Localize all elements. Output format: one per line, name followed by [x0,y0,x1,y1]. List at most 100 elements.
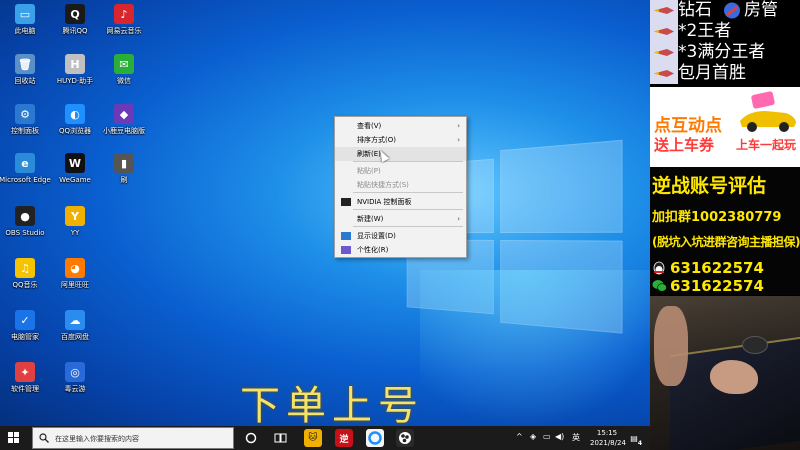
qq-penguin-icon [653,261,665,275]
rocket-icon [654,28,674,35]
network-icon[interactable]: ▭ [543,432,551,441]
banner-row: 包月首胜 [650,63,800,84]
context-menu-item-label: 排序方式(O) [357,136,396,144]
context-menu-separator [353,209,463,210]
desktop-icon[interactable]: ✉ 微信 [93,54,155,86]
qq-browser-icon [368,431,382,445]
context-menu-item[interactable]: 查看(V) › [335,119,466,133]
context-menu-item-label: 查看(V) [357,122,382,130]
taskbar-app-yy[interactable]: 🐱 [304,429,322,447]
submenu-arrow-icon: › [457,136,460,144]
desktop-icon[interactable]: ◆ 小鹿豆电脑版 [93,104,155,136]
task-view-icon [274,433,286,443]
desktop-app-icon: ◆ [114,104,134,124]
desktop-icon-label: 毒云游 [64,385,86,393]
submenu-arrow-icon: › [457,215,460,223]
system-clock[interactable]: 15:15 2021/8/24 [590,428,626,448]
desktop-app-icon: Q [65,4,85,24]
rocket-icon [654,7,674,14]
wallpaper-light-beam [420,270,650,426]
banner-wechat-number: 631622574 [670,277,764,295]
context-menu-item-label: 粘贴(P) [357,167,381,175]
desktop-icon[interactable]: ☁ 百度网盘 [44,310,106,342]
submenu-arrow-icon: › [457,122,460,130]
context-menu-item[interactable]: 粘贴快捷方式(S) [335,178,466,192]
notification-count: 4 [637,440,642,447]
desktop-icon[interactable]: ◎ 毒云游 [44,362,106,394]
desktop-app-icon: ▮ [114,153,134,173]
taskbar-search-input[interactable]: 在这里输入你要搜索的内容 [32,427,234,449]
yy-app-icon: 🐱 [308,433,318,443]
clock-date: 2021/8/24 [590,439,626,447]
banner-account-info: 逆战账号评估 加扣群1002380779 (脱坑入坑进群咨询主播担保) 6316… [650,167,800,295]
search-icon [39,433,49,443]
context-menu-item-label: 个性化(R) [357,246,389,254]
stream-overlay-text: 下单上号 [240,383,424,426]
taskbar-app-qqbrowser[interactable] [366,429,384,447]
desktop-app-icon: ✓ [15,310,35,330]
input-language-indicator[interactable]: 英 [572,432,580,443]
context-menu-item[interactable]: NVIDIA 控制面板 [335,195,466,209]
banner-title: 逆战账号评估 [652,175,767,197]
context-menu-separator [353,192,463,193]
context-menu-item[interactable]: 显示设置(D) [335,229,466,243]
desktop-app-icon: e [15,153,35,173]
tray-overflow-caret[interactable]: ^ [516,432,523,441]
desktop[interactable]: ▭ 此电脑 Q 腾讯QQ ♪ 网易云音乐 🗑 回收站 H HUYD·助手 ✉ 微信 ⚙ 控制面板 ◐ QQ浏览… [0,0,650,426]
context-menu-item[interactable]: 粘贴(P) [335,164,466,178]
streamer-webcam [650,296,800,450]
context-menu-item[interactable]: 个性化(R) [335,243,466,257]
banner-row: *2王者 [650,21,800,42]
cortana-button[interactable] [242,429,260,447]
banner-qq-number: 631622574 [670,259,764,277]
banner-row-text: *3满分王者 [678,42,766,62]
desktop-icon-label: 刷 [120,176,128,184]
context-menu: 查看(V) › 排序方式(O) › 刷新(E) 粘贴(P) 粘贴快捷方式(S) NVIDIA … [334,116,467,258]
desktop-icon-label: 阿里旺旺 [61,281,89,289]
banner-note: (脱坑入坑进群咨询主播担保) [652,235,800,249]
desktop-app-icon: ● [15,206,35,226]
rocket-icon [724,2,740,19]
banner-promo: 点互动点 送上车券 上车一起玩 [650,87,800,167]
desktop-icon[interactable]: ◕ 阿里旺旺 [44,258,106,290]
context-menu-item[interactable]: 排序方式(O) › [335,133,466,147]
start-button[interactable] [8,432,20,444]
taskbar: 在这里输入你要搜索的内容 🐱 逆 ^ ◈ ▭ ◀) 英 15:15 2021/8… [0,426,650,450]
context-menu-item-label: 显示设置(D) [357,232,396,240]
taskbar-app-nizhan[interactable]: 逆 [335,429,353,447]
desktop-app-icon: ♪ [114,4,134,24]
context-menu-item[interactable]: 新建(W) › [335,212,466,226]
desktop-icon-label: 小鹿豆电脑版 [103,127,145,135]
notification-center-button[interactable]: ▤ 4 [626,429,642,448]
desktop-app-icon: H [65,54,85,74]
webcam-mouse [742,336,768,354]
rocket-icon [654,49,674,56]
desktop-app-icon: ♫ [15,258,35,278]
task-view-button[interactable] [271,429,289,447]
windows-start-icon [8,432,13,437]
rocket-icon [654,70,674,77]
desktop-icon-label: 微信 [117,77,131,85]
context-menu-item-label: NVIDIA 控制面板 [357,198,412,206]
desktop-app-icon: ◐ [65,104,85,124]
desktop-icon[interactable]: Y YY [44,206,106,238]
banner-group: 加扣群1002380779 [652,210,782,225]
desktop-app-icon: ◎ [65,362,85,382]
desktop-icon[interactable]: ▮ 刷 [93,153,155,185]
desktop-icon[interactable]: ♪ 网易云音乐 [93,4,155,36]
taskbar-app-obs[interactable] [396,429,414,447]
tray-app-icon[interactable]: ◈ [530,432,536,441]
context-menu-item[interactable]: 刷新(E) [335,147,466,161]
desktop-app-icon: 🗑 [15,54,35,74]
context-menu-separator [353,226,463,227]
desktop-icon-label: 网易云音乐 [106,27,142,35]
promo-line-2b: 上车一起玩 [736,138,797,152]
context-menu-separator [353,161,463,162]
banner-row-text: *2王者 [678,21,732,41]
desktop-icon-label: 百度网盘 [61,333,89,341]
desktop-app-icon: ✦ [15,362,35,382]
webcam-hand [710,360,758,394]
volume-icon[interactable]: ◀) [555,432,564,441]
search-placeholder: 在这里输入你要搜索的内容 [55,435,139,443]
sports-car-icon [740,91,796,132]
